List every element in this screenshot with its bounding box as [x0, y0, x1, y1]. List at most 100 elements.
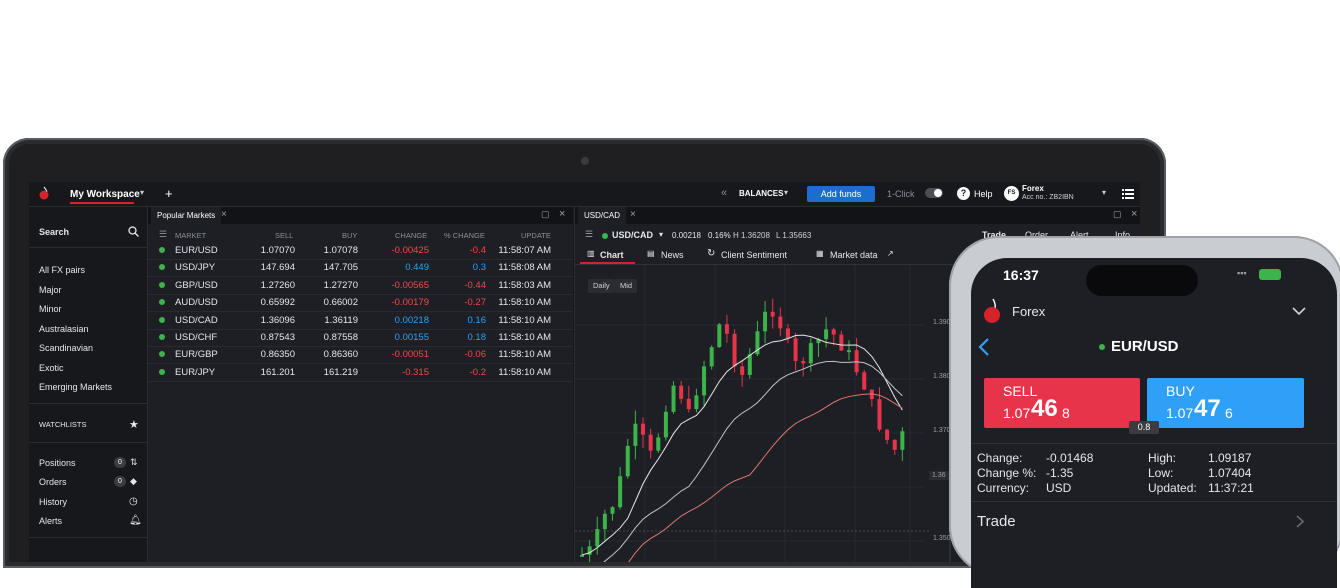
- header-pct-change[interactable]: % CHANGE: [444, 231, 485, 240]
- change-value: -0.01468: [1046, 451, 1094, 465]
- menu-icon[interactable]: [1122, 189, 1134, 199]
- sidebar-item-australasian[interactable]: Australasian: [39, 324, 89, 334]
- header-sell[interactable]: SELL: [275, 231, 293, 240]
- search-label[interactable]: Search: [39, 227, 69, 237]
- tab-popular-markets[interactable]: Popular Markets: [151, 207, 222, 224]
- cherry-logo-icon: [39, 186, 49, 200]
- instrument-name[interactable]: USD/CAD: [612, 230, 653, 240]
- status-dot-icon: [159, 316, 165, 323]
- y-axis-label: 1.380: [933, 373, 951, 380]
- search-icon[interactable]: [128, 226, 139, 237]
- table-row[interactable]: USD/JPY 147.694 147.705 0.449 0.3 11:58:08 AM: [148, 259, 573, 278]
- cherry-logo-icon: [984, 298, 1000, 323]
- tab-chart[interactable]: Chart: [600, 250, 624, 260]
- low-label: Low:: [1148, 466, 1174, 480]
- one-click-toggle[interactable]: [925, 188, 943, 198]
- tab-news[interactable]: News: [661, 250, 684, 260]
- tab-market-data[interactable]: Market data: [830, 250, 878, 260]
- header-change[interactable]: CHANGE: [395, 231, 427, 240]
- sidebar-item-emerging-markets[interactable]: Emerging Markets: [39, 382, 112, 392]
- high-label: High:: [1148, 451, 1177, 465]
- workspace-tab[interactable]: My Workspace: [70, 189, 140, 200]
- currency-value: USD: [1046, 481, 1072, 495]
- table-row[interactable]: EUR/GBP 0.86350 0.86360 -0.00051 -0.06 11:58:…: [148, 346, 573, 365]
- workspace-tab-underline: [70, 202, 134, 204]
- help-icon[interactable]: ?: [957, 187, 970, 200]
- balances-button[interactable]: BALANCES: [739, 189, 783, 198]
- workspace-dropdown-icon[interactable]: ▾: [140, 188, 144, 197]
- cell-sell: 0.87543: [260, 332, 295, 343]
- cell-change: -0.00425: [391, 245, 429, 256]
- cell-market: EUR/USD: [175, 245, 218, 256]
- close-tab-icon[interactable]: ×: [221, 209, 227, 220]
- cell-market: USD/JPY: [175, 262, 216, 274]
- cell-update: 11:58:10 AM: [498, 314, 551, 326]
- tab-usd-cad[interactable]: USD/CAD: [578, 207, 627, 224]
- close-panel-icon[interactable]: ×: [1131, 208, 1137, 220]
- phone-account[interactable]: Forex: [1012, 304, 1045, 319]
- trade-row[interactable]: Trade: [971, 502, 1337, 542]
- close-tab-icon[interactable]: ×: [630, 209, 636, 220]
- account-chevron-icon[interactable]: ▾: [1102, 188, 1106, 197]
- sidebar-item-history[interactable]: History: [39, 497, 67, 507]
- sidebar-item-alerts[interactable]: Alerts: [39, 516, 62, 526]
- tab-client-sentiment[interactable]: Client Sentiment: [721, 250, 787, 260]
- maximize-icon[interactable]: ▢: [1113, 209, 1122, 220]
- sidebar-item-scandinavian[interactable]: Scandinavian: [39, 343, 93, 353]
- cell-update: 11:58:03 AM: [498, 279, 551, 291]
- table-row[interactable]: GBP/USD 1.27260 1.27270 -0.00565 -0.44 11:58:…: [148, 277, 573, 295]
- maximize-icon[interactable]: ▢: [541, 209, 550, 220]
- header-update[interactable]: UPDATE: [521, 231, 551, 240]
- help-link[interactable]: Help: [974, 189, 993, 199]
- back-icon[interactable]: [978, 338, 990, 356]
- collapse-icon[interactable]: «: [721, 187, 727, 199]
- updated-label: Updated:: [1148, 481, 1197, 495]
- header-market[interactable]: MARKET: [175, 231, 206, 240]
- header-buy[interactable]: BUY: [342, 231, 357, 240]
- divider: [971, 443, 1337, 444]
- table-row[interactable]: AUD/USD 0.65992 0.66002 -0.00179 -0.27 11:58:…: [148, 294, 573, 313]
- external-link-icon[interactable]: ↗: [887, 249, 894, 258]
- table-row[interactable]: USD/CHF 0.87543 0.87558 0.00155 0.18 11:58:10…: [148, 329, 573, 347]
- add-funds-button[interactable]: Add funds: [807, 186, 875, 202]
- balances-chevron-icon[interactable]: ▾: [784, 188, 788, 197]
- cell-change: 0.00218: [394, 314, 429, 326]
- candlestick-chart[interactable]: [575, 265, 955, 562]
- sell-button[interactable]: SELL 1.07 46 8: [984, 378, 1140, 428]
- trade-label: Trade: [977, 513, 1016, 530]
- sidebar-item-positions[interactable]: Positions: [39, 458, 76, 468]
- sell-price-suffix: 8: [1062, 405, 1070, 421]
- sidebar-item-all-fx-pairs[interactable]: All FX pairs: [39, 265, 85, 275]
- account-number: Acc no.: ZB2IBN: [1022, 194, 1074, 201]
- chart-icon: ▥: [587, 249, 595, 258]
- cell-buy: 1.36119: [324, 314, 358, 326]
- cell-buy: 147.705: [323, 262, 358, 274]
- add-workspace-button[interactable]: +: [165, 186, 173, 201]
- instrument-chevron-icon[interactable]: ▾: [659, 230, 663, 239]
- watchlists-heading[interactable]: WATCHLISTS: [39, 420, 87, 429]
- star-icon[interactable]: ★: [129, 418, 139, 431]
- close-panel-icon[interactable]: ×: [559, 208, 565, 220]
- sidebar-item-major[interactable]: Major: [39, 285, 62, 295]
- table-row[interactable]: EUR/JPY 161.201 161.219 -0.315 -0.2 11:58:10 …: [148, 364, 573, 382]
- sidebar-item-exotic[interactable]: Exotic: [39, 363, 64, 373]
- cell-buy: 161.219: [323, 366, 358, 378]
- chart-tab-bar: USD/CAD × ▢ ×: [575, 207, 1140, 224]
- sidebar-item-minor[interactable]: Minor: [39, 304, 62, 314]
- table-row[interactable]: USD/CAD 1.36096 1.36119 0.00218 0.16 11:58:10…: [148, 312, 573, 330]
- current-price-label: 1.36: [929, 471, 949, 480]
- avatar[interactable]: FS: [1004, 186, 1019, 201]
- hamburger-icon[interactable]: ☰: [585, 229, 593, 240]
- buy-button[interactable]: BUY 1.07 47 6: [1147, 378, 1304, 428]
- sidebar-item-orders[interactable]: Orders: [39, 477, 67, 487]
- cell-update: 11:58:07 AM: [498, 245, 551, 256]
- table-row[interactable]: EUR/USD 1.07070 1.07078 -0.00425 -0.4 11:58:0…: [148, 242, 573, 260]
- chevron-down-icon[interactable]: [1292, 307, 1306, 316]
- divider: [29, 403, 147, 404]
- phone-screen: 16:37 ▪▪▪ Forex EUR/USD SELL 1.07 46 8 B…: [971, 258, 1337, 588]
- divider: [29, 247, 147, 248]
- cell-market: GBP/USD: [175, 279, 218, 291]
- columns-menu-icon[interactable]: ☰: [159, 229, 167, 240]
- change-pct-value: -1.35: [1046, 466, 1074, 480]
- instrument-change: 0.00218: [672, 231, 701, 240]
